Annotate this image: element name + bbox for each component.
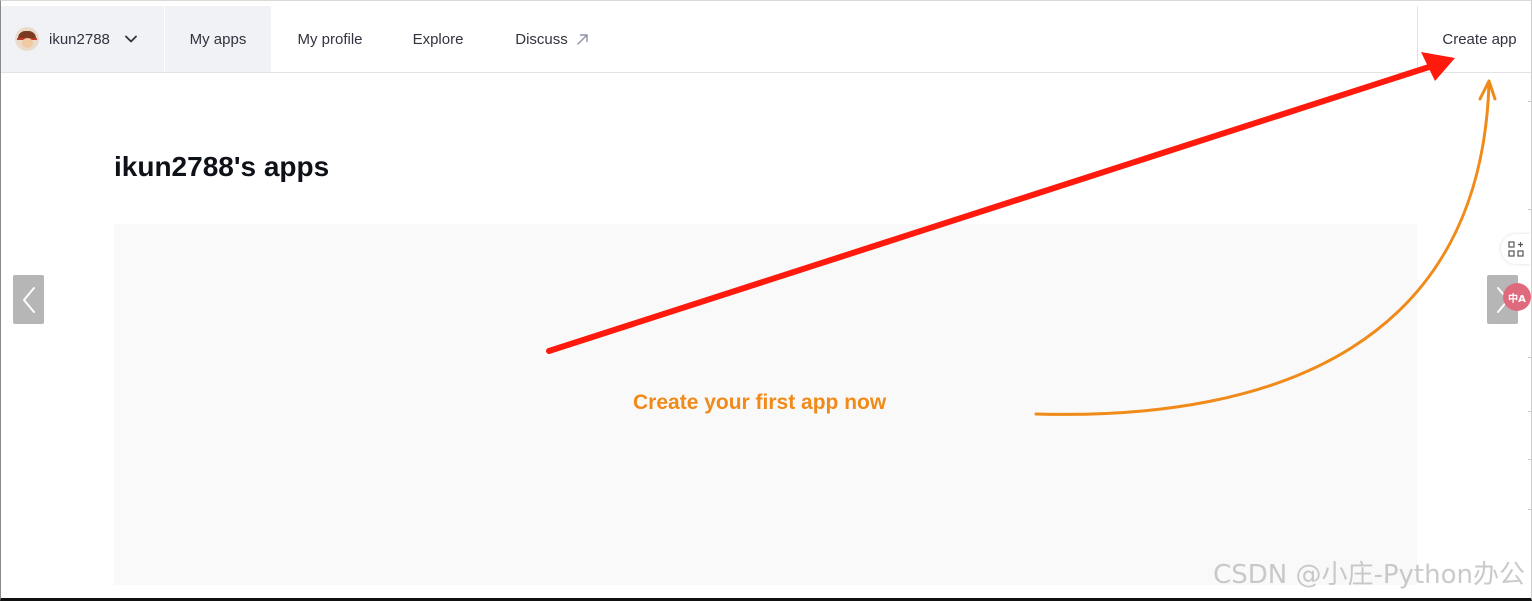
tab-explore-label: Explore: [412, 30, 464, 48]
avatar: [15, 27, 39, 51]
empty-state-message: Create your first app now: [633, 391, 887, 414]
top-navigation: ikun2788 My apps My profile Explore Disc…: [1, 6, 1531, 73]
create-app-button[interactable]: Create app: [1417, 6, 1531, 72]
watermark: CSDN @小庄-Python办公: [1213, 560, 1525, 590]
tab-my-profile[interactable]: My profile: [291, 6, 369, 72]
translate-button[interactable]: 中A: [1503, 283, 1531, 311]
apps-grid-icon: [1508, 241, 1524, 257]
side-tool-button[interactable]: [1501, 234, 1531, 264]
chevron-down-icon: [124, 35, 137, 43]
create-app-label: Create app: [1442, 30, 1517, 48]
tab-discuss[interactable]: Discuss: [509, 6, 595, 72]
user-menu[interactable]: ikun2788: [1, 6, 164, 72]
tab-my-apps[interactable]: My apps: [165, 6, 271, 72]
page-title: ikun2788's apps: [114, 151, 330, 182]
external-link-icon: [577, 33, 588, 45]
tab-my-apps-label: My apps: [189, 30, 247, 48]
tab-explore[interactable]: Explore: [407, 6, 469, 72]
carousel-prev-button[interactable]: [13, 275, 44, 324]
username-label: ikun2788: [49, 30, 110, 48]
tab-my-profile-label: My profile: [297, 30, 363, 48]
browser-viewport: ikun2788 My apps My profile Explore Disc…: [0, 0, 1532, 601]
translate-label: 中A: [1508, 293, 1526, 305]
orange-arrow-head: [1478, 79, 1497, 101]
tab-discuss-label: Discuss: [515, 30, 568, 48]
chevron-left-icon: [22, 286, 35, 313]
